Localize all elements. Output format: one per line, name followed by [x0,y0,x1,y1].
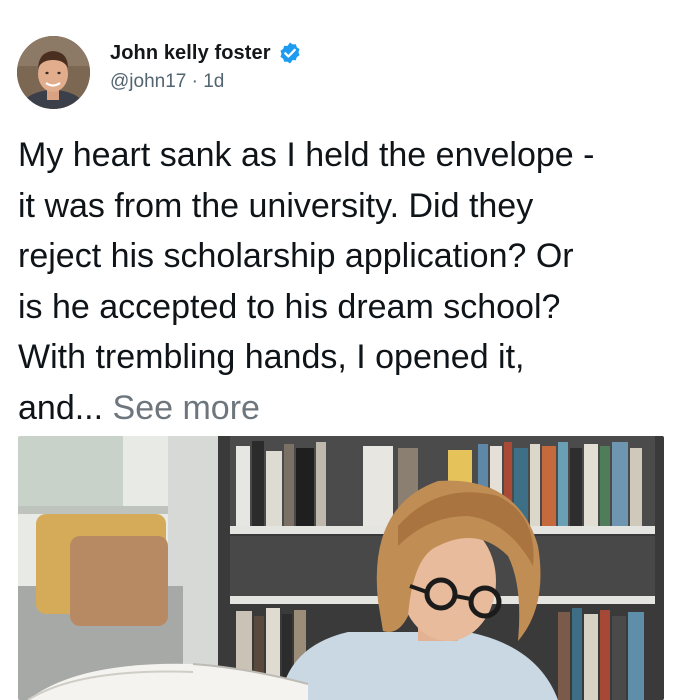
avatar[interactable] [17,36,90,109]
tweet-line: it was from the university. Did they [18,186,534,225]
tweet-line: and... [18,388,104,427]
tweet-line: is he accepted to his dream school? [18,287,561,326]
see-more-link[interactable]: See more [113,389,260,427]
meta-separator: · [191,71,198,92]
post-time[interactable]: 1d [203,71,224,92]
tweet-photo[interactable] [18,436,664,700]
tweet-line: My heart sank as I held the envelope - [18,136,595,174]
tweet-line: reject his scholarship application? Or [18,237,574,275]
verified-badge-icon [280,42,300,64]
author-name[interactable]: John kelly foster [110,42,271,65]
author-block: John kelly foster @john17 · 1d [110,40,302,93]
author-meta: @john17 · 1d [110,71,302,93]
author-handle[interactable]: @john17 [110,71,186,92]
tweet-text: My heart sank as I held the envelope - i… [18,130,688,433]
tweet-line: With trembling hands, I opened it, [18,338,525,376]
